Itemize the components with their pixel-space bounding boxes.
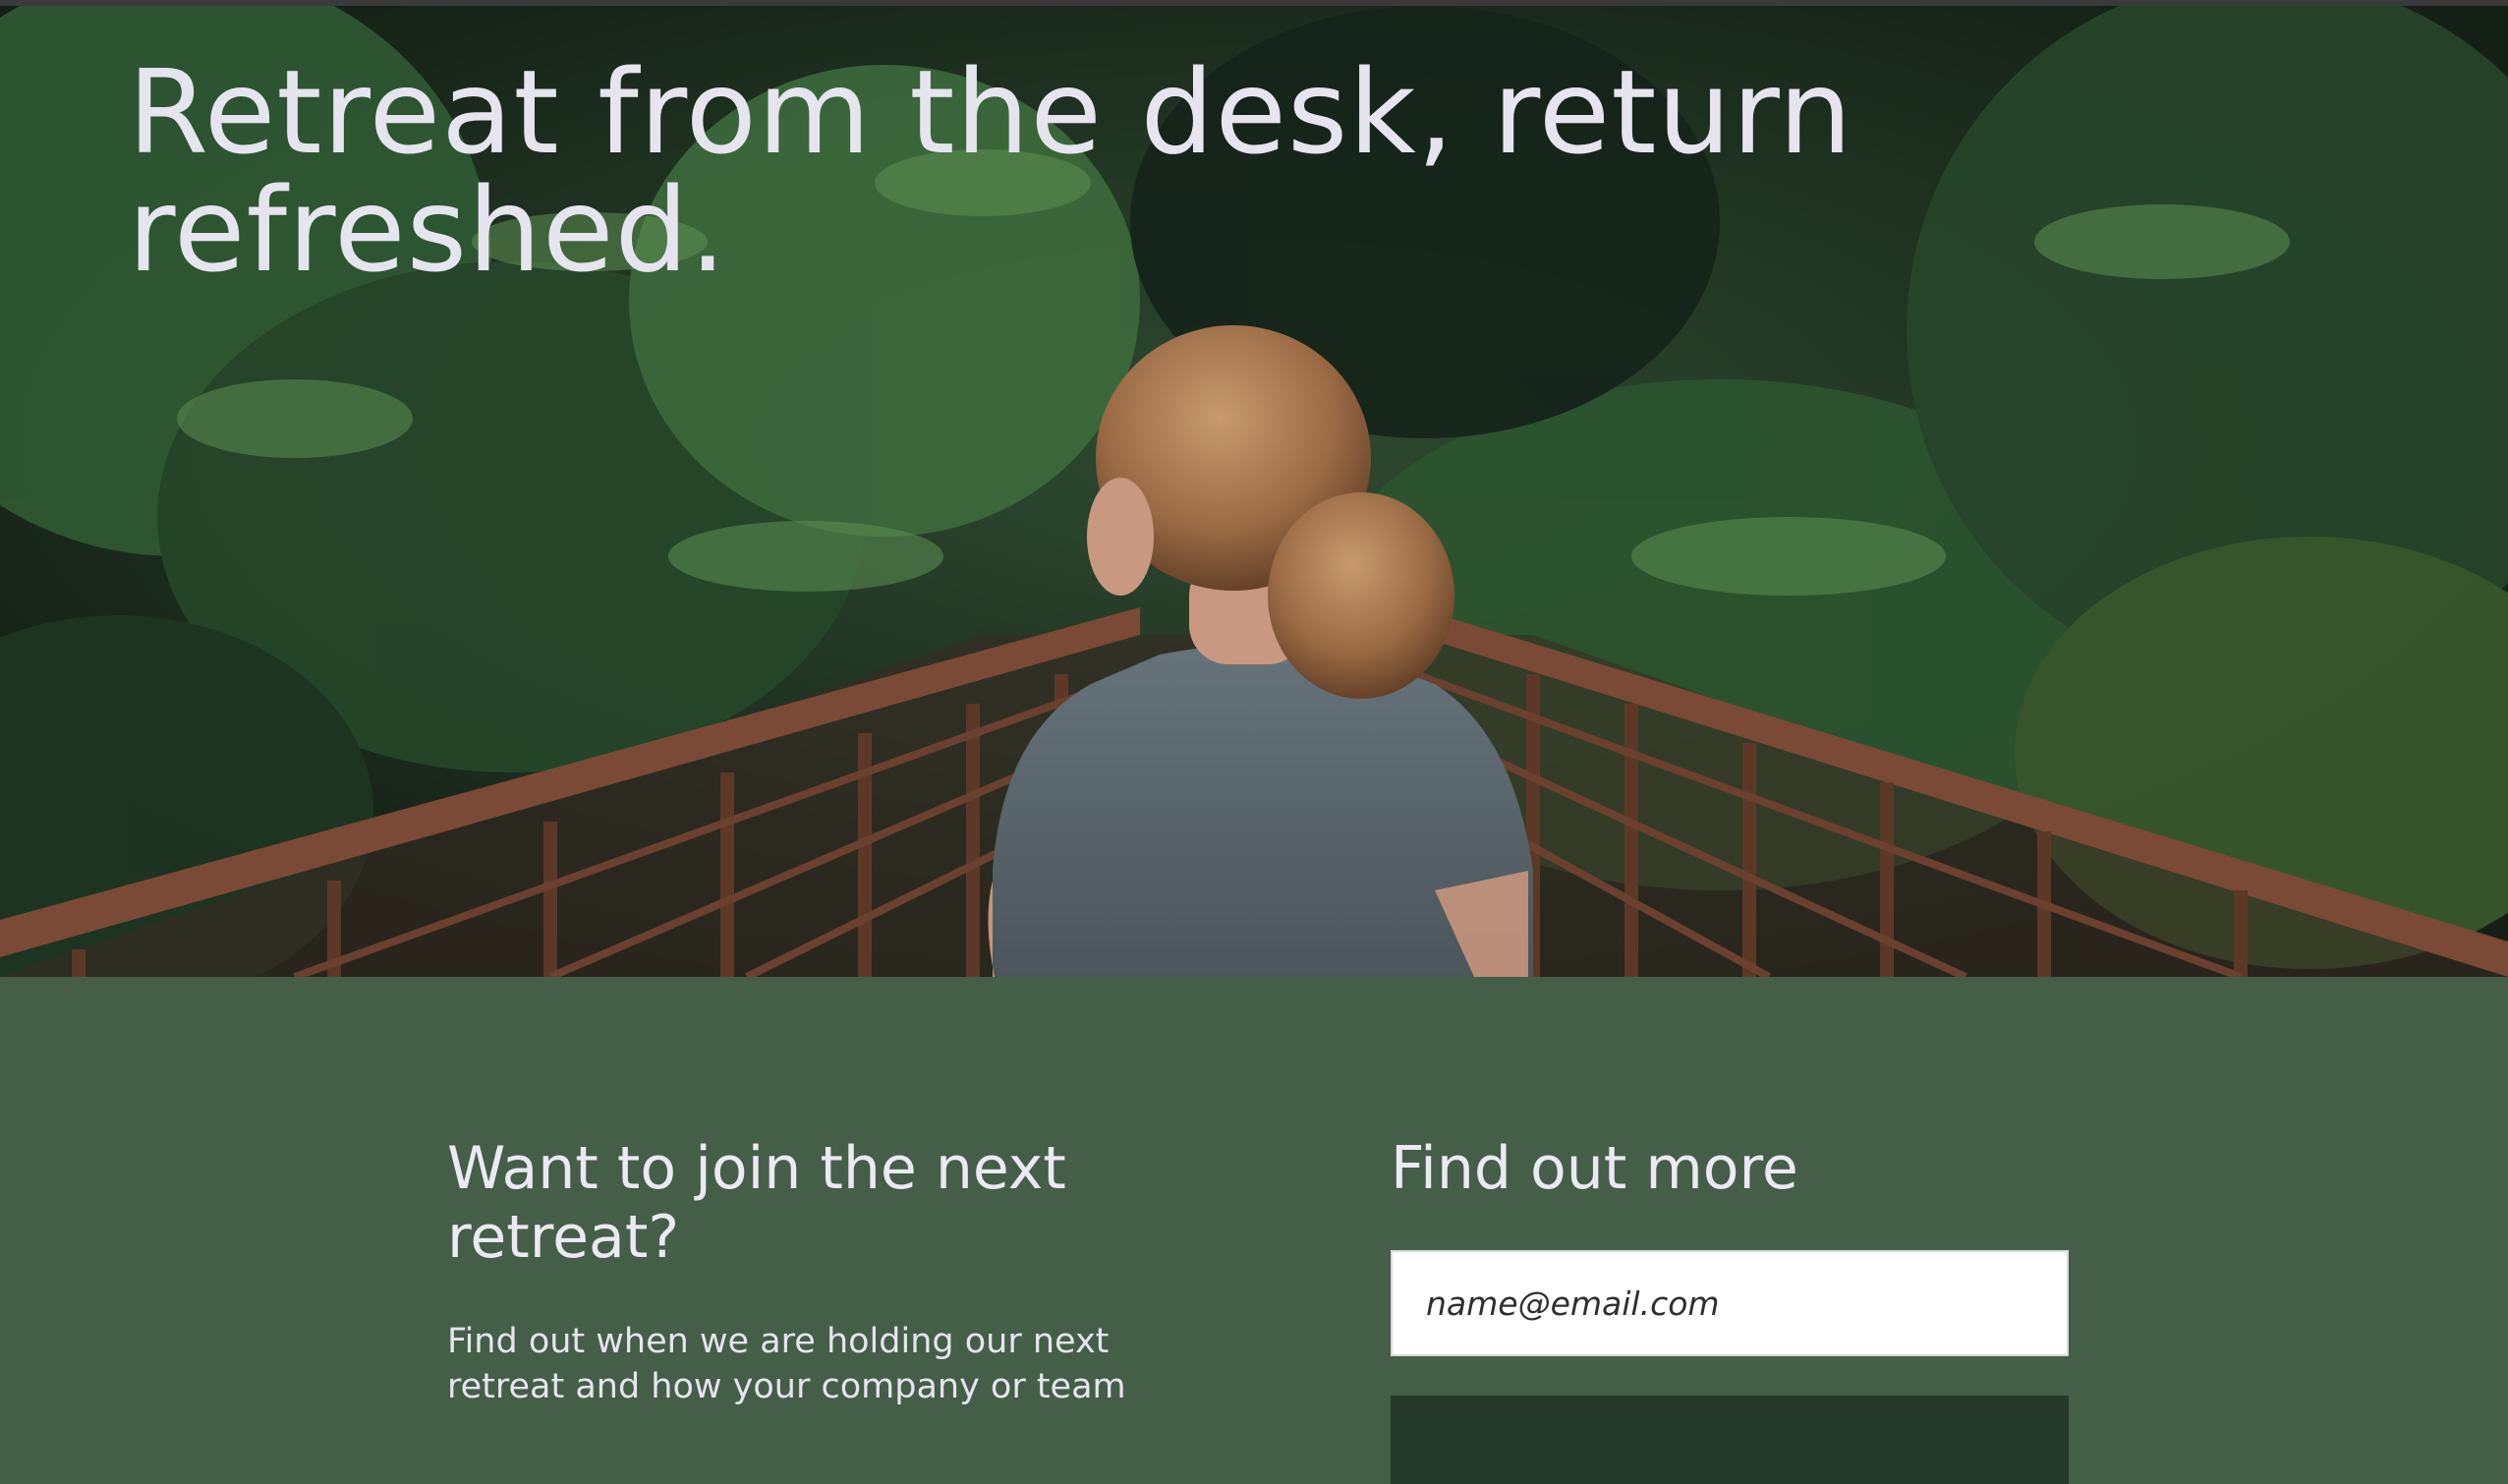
hero-banner: Retreat from the desk, return refreshed. <box>0 6 2508 977</box>
retreat-info-column: Want to join the next retreat? Find out … <box>447 1134 1155 1409</box>
hero-title: Retreat from the desk, return refreshed. <box>128 44 1853 298</box>
email-input[interactable] <box>1391 1250 2069 1356</box>
find-out-more-heading: Find out more <box>1391 1134 1798 1203</box>
join-retreat-heading: Want to join the next retreat? <box>447 1134 1066 1272</box>
submit-button[interactable] <box>1391 1396 2069 1484</box>
signup-section: Want to join the next retreat? Find out … <box>0 977 2508 1484</box>
retreat-description: Find out when we are holding our next re… <box>447 1322 1126 1406</box>
find-out-more-column: Find out more <box>1391 1134 2069 1484</box>
